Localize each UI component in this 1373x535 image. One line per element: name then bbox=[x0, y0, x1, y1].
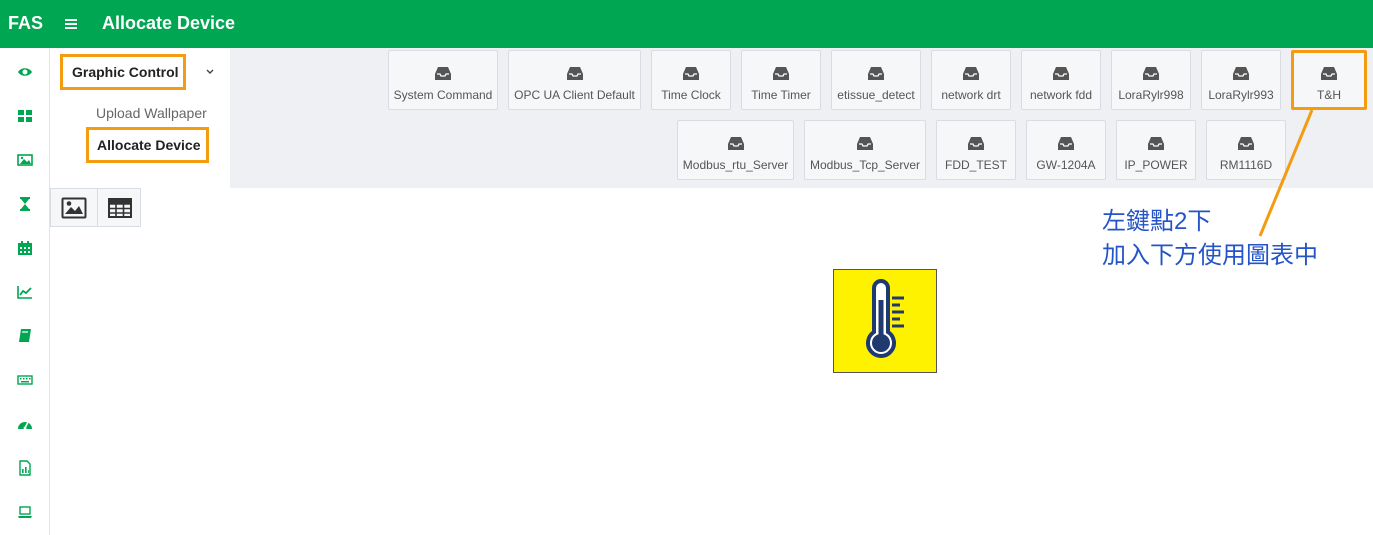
brand-logo[interactable]: FAS bbox=[8, 13, 43, 34]
canvas-device-t-and-h[interactable] bbox=[833, 269, 937, 373]
device-label: RM1116D bbox=[1219, 158, 1273, 172]
gauge-icon bbox=[17, 421, 32, 430]
device-modbus-rtu-server[interactable]: Modbus_rtu_Server bbox=[677, 120, 794, 180]
rail-item-laptop[interactable] bbox=[0, 490, 49, 534]
submenu-group: Graphic Control bbox=[60, 54, 230, 90]
inbox-icon bbox=[1058, 137, 1074, 150]
thermometer-icon bbox=[866, 279, 904, 358]
device-label: etissue_detect bbox=[837, 88, 915, 102]
rail-item-gauge[interactable] bbox=[0, 402, 49, 446]
inbox-icon bbox=[683, 67, 699, 80]
chevron-down-icon[interactable] bbox=[204, 66, 216, 78]
device-time-timer[interactable]: Time Timer bbox=[741, 50, 821, 110]
inbox-icon bbox=[1148, 137, 1164, 150]
inbox-icon bbox=[566, 67, 583, 80]
device-ip-power[interactable]: IP_POWER bbox=[1116, 120, 1196, 180]
device-label: Modbus_Tcp_Server bbox=[809, 158, 921, 172]
device-label: T&H bbox=[1317, 88, 1341, 102]
inbox-icon bbox=[1321, 67, 1337, 80]
device-lorarylr993[interactable]: LoraRylr993 bbox=[1201, 50, 1281, 110]
inbox-icon bbox=[727, 137, 744, 150]
top-bar: FAS Allocate Device bbox=[0, 0, 1373, 48]
allocate-device-link[interactable]: Allocate Device bbox=[86, 127, 209, 163]
device-network-fdd[interactable]: network fdd bbox=[1021, 50, 1101, 110]
inbox-icon bbox=[1053, 67, 1069, 80]
eye-icon bbox=[17, 68, 32, 76]
keyboard-icon bbox=[16, 375, 33, 385]
inbox-icon bbox=[1233, 67, 1249, 80]
annotation-line-2: 加入下方使用圖表中 bbox=[1102, 242, 1318, 269]
device-toolbar: System Command OPC UA Client Default Tim… bbox=[230, 48, 1373, 188]
device-opc-ua-client-default[interactable]: OPC UA Client Default bbox=[508, 50, 641, 110]
inbox-icon bbox=[963, 67, 979, 80]
rail-item-calendar[interactable] bbox=[0, 226, 49, 270]
inbox-icon bbox=[868, 67, 884, 80]
side-rail bbox=[0, 48, 50, 535]
device-network-drt[interactable]: network drt bbox=[931, 50, 1011, 110]
dashboard-icon bbox=[17, 110, 32, 122]
file-chart-icon bbox=[18, 460, 31, 476]
device-etissue-detect[interactable]: etissue_detect bbox=[831, 50, 921, 110]
page-title: Allocate Device bbox=[102, 13, 236, 33]
device-label: LoraRylr998 bbox=[1118, 88, 1184, 102]
rail-item-view[interactable] bbox=[0, 50, 49, 94]
calendar-icon bbox=[17, 241, 32, 255]
device-gw-1204a[interactable]: GW-1204A bbox=[1026, 120, 1106, 180]
device-label: Time Timer bbox=[751, 88, 811, 102]
table-view-button[interactable] bbox=[97, 189, 142, 226]
image-view-icon bbox=[61, 197, 86, 218]
hamburger-menu-icon[interactable] bbox=[62, 12, 82, 36]
device-modbus-tcp-server[interactable]: Modbus_Tcp_Server bbox=[804, 120, 926, 180]
inbox-icon bbox=[857, 137, 873, 150]
device-rm1116d[interactable]: RM1116D bbox=[1206, 120, 1286, 180]
device-label: IP_POWER bbox=[1124, 158, 1188, 172]
upload-wallpaper-link[interactable]: Upload Wallpaper bbox=[96, 105, 207, 121]
graphic-control-menu[interactable]: Graphic Control bbox=[60, 54, 186, 90]
device-label: Time Clock bbox=[661, 88, 721, 102]
submenu-panel: Graphic Control Upload Wallpaper Allocat… bbox=[50, 48, 230, 163]
line-chart-icon bbox=[16, 286, 32, 299]
device-label: FDD_TEST bbox=[944, 158, 1007, 172]
app-root: FAS Allocate Device Graphic Control Uplo… bbox=[0, 0, 1373, 535]
view-toggle-group bbox=[50, 188, 141, 227]
book-icon bbox=[18, 329, 31, 342]
annotation-text: 左鍵點2下 加入下方使用圖表中 bbox=[1102, 205, 1318, 273]
image-icon bbox=[16, 154, 33, 166]
rail-item-report[interactable] bbox=[0, 446, 49, 490]
inbox-icon bbox=[1143, 67, 1159, 80]
device-system-command[interactable]: System Command bbox=[388, 50, 498, 110]
annotation-line-1: 左鍵點2下 bbox=[1102, 208, 1212, 235]
rail-item-image[interactable] bbox=[0, 138, 49, 182]
device-label: System Command bbox=[393, 88, 493, 102]
device-label: GW-1204A bbox=[1036, 158, 1096, 172]
table-view-icon bbox=[108, 197, 132, 218]
inbox-icon bbox=[968, 137, 984, 150]
device-time-clock[interactable]: Time Clock bbox=[651, 50, 731, 110]
device-label: OPC UA Client Default bbox=[514, 88, 635, 102]
device-label: network drt bbox=[941, 88, 1001, 102]
rail-item-keyboard[interactable] bbox=[0, 358, 49, 402]
device-t-and-h[interactable]: T&H bbox=[1291, 50, 1367, 110]
image-view-button[interactable] bbox=[51, 189, 96, 226]
device-label: LoraRylr993 bbox=[1208, 88, 1274, 102]
inbox-icon bbox=[773, 67, 789, 80]
device-fdd-test[interactable]: FDD_TEST bbox=[936, 120, 1016, 180]
rail-item-timer[interactable] bbox=[0, 182, 49, 226]
hourglass-icon bbox=[19, 197, 30, 211]
inbox-icon bbox=[1238, 137, 1254, 150]
device-label: Modbus_rtu_Server bbox=[682, 158, 789, 172]
device-label: network fdd bbox=[1029, 88, 1093, 102]
inbox-icon bbox=[435, 67, 451, 80]
rail-item-book[interactable] bbox=[0, 314, 49, 358]
rail-item-dashboard[interactable] bbox=[0, 94, 49, 138]
device-lorarylr998[interactable]: LoraRylr998 bbox=[1111, 50, 1191, 110]
rail-item-chart[interactable] bbox=[0, 270, 49, 314]
laptop-icon bbox=[17, 506, 32, 518]
